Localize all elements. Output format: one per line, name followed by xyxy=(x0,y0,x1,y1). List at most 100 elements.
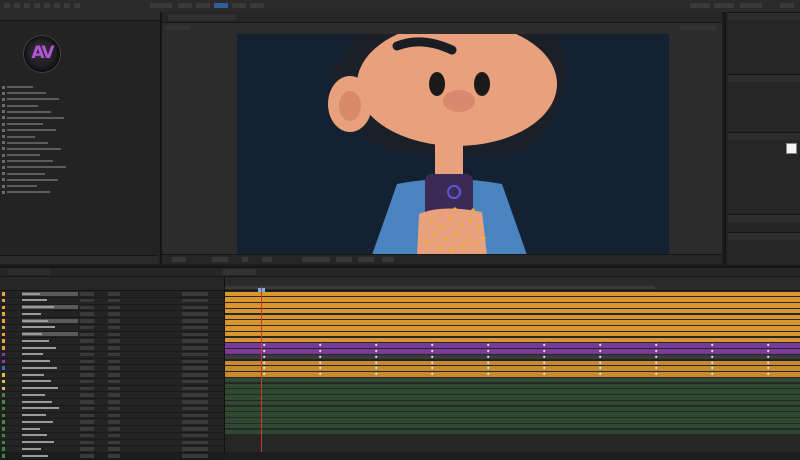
blend-mode-dropdown[interactable] xyxy=(80,420,94,424)
toolbar-option[interactable] xyxy=(250,3,264,8)
blend-mode-dropdown[interactable] xyxy=(80,379,94,384)
layer-duration-bar[interactable] xyxy=(225,343,800,348)
blend-mode-dropdown[interactable] xyxy=(80,319,94,323)
parent-dropdown[interactable] xyxy=(182,393,208,397)
layer-label-color[interactable] xyxy=(2,305,5,309)
layer-label-color[interactable] xyxy=(2,325,5,330)
layer-name[interactable] xyxy=(22,332,78,337)
layer-duration-bar[interactable] xyxy=(225,389,800,394)
parent-dropdown[interactable] xyxy=(182,433,208,438)
layer-duration-bar[interactable] xyxy=(225,429,800,435)
track-matte-dropdown[interactable] xyxy=(108,359,120,363)
layer-row[interactable] xyxy=(0,399,224,406)
layer-duration-bar[interactable] xyxy=(225,395,800,400)
pen-tool-icon[interactable] xyxy=(44,3,50,8)
layer-name[interactable] xyxy=(22,373,78,377)
track-matte-dropdown[interactable] xyxy=(108,400,120,404)
layer-name[interactable] xyxy=(22,379,78,383)
blend-mode-dropdown[interactable] xyxy=(80,298,94,303)
layer-duration-bar[interactable] xyxy=(225,366,800,371)
parent-dropdown[interactable] xyxy=(182,406,208,411)
parent-dropdown[interactable] xyxy=(182,325,208,330)
tab-timeline[interactable] xyxy=(8,269,50,275)
blend-mode-dropdown[interactable] xyxy=(80,447,94,451)
parent-dropdown[interactable] xyxy=(182,413,208,417)
layer-row[interactable] xyxy=(0,433,224,440)
layer-label-color[interactable] xyxy=(2,386,5,390)
parent-dropdown[interactable] xyxy=(182,346,208,350)
layer-name[interactable] xyxy=(22,359,78,363)
layer-row[interactable] xyxy=(0,311,224,318)
track-matte-dropdown[interactable] xyxy=(108,447,120,451)
layer-duration-bar[interactable] xyxy=(225,349,800,354)
track-matte-dropdown[interactable] xyxy=(108,406,120,411)
layer-row[interactable] xyxy=(0,386,224,393)
viewer-breadcrumb[interactable] xyxy=(166,25,190,30)
layer-label-color[interactable] xyxy=(2,427,5,431)
layer-label-color[interactable] xyxy=(2,420,5,424)
parent-dropdown[interactable] xyxy=(182,366,208,370)
resolution-icon[interactable] xyxy=(212,257,228,262)
snapping-toggle[interactable] xyxy=(150,3,172,8)
parent-dropdown[interactable] xyxy=(182,379,208,384)
layer-label-color[interactable] xyxy=(2,406,5,411)
track-matte-dropdown[interactable] xyxy=(108,420,120,424)
toolbar-option[interactable] xyxy=(232,3,246,8)
camera-icon[interactable] xyxy=(262,257,272,262)
parent-dropdown[interactable] xyxy=(182,352,208,357)
type-tool-icon[interactable] xyxy=(54,3,60,8)
workspace-tab[interactable] xyxy=(714,3,734,8)
layer-row[interactable] xyxy=(0,298,224,305)
blend-mode-dropdown[interactable] xyxy=(80,386,94,390)
layer-duration-bar[interactable] xyxy=(225,400,800,406)
track-matte-dropdown[interactable] xyxy=(108,312,120,316)
layer-row[interactable] xyxy=(0,392,224,399)
layer-label-color[interactable] xyxy=(2,359,5,363)
toolbar-option[interactable] xyxy=(196,3,210,8)
layer-duration-bar[interactable] xyxy=(225,418,800,423)
puppet-tool-icon[interactable] xyxy=(74,3,80,8)
blend-mode-dropdown[interactable] xyxy=(80,440,94,444)
work-area-bar[interactable] xyxy=(225,286,655,289)
effects-presets-icon[interactable] xyxy=(728,75,800,82)
track-matte-dropdown[interactable] xyxy=(108,346,120,350)
layer-name[interactable] xyxy=(22,312,78,316)
layer-duration-bar[interactable] xyxy=(225,326,800,331)
layer-row[interactable] xyxy=(0,318,224,325)
layer-label-color[interactable] xyxy=(2,413,5,417)
blend-mode-dropdown[interactable] xyxy=(80,325,94,330)
layer-row[interactable] xyxy=(0,352,224,359)
blend-mode-dropdown[interactable] xyxy=(80,427,94,431)
view-options-icon[interactable] xyxy=(358,257,374,262)
viewer-options[interactable] xyxy=(680,25,716,30)
layer-label-color[interactable] xyxy=(2,447,5,451)
layer-duration-bar[interactable] xyxy=(225,337,800,343)
parent-dropdown[interactable] xyxy=(182,420,208,424)
layer-name[interactable] xyxy=(22,305,78,310)
layer-duration-bar[interactable] xyxy=(225,423,800,429)
blend-mode-dropdown[interactable] xyxy=(80,400,94,404)
layer-name[interactable] xyxy=(22,386,78,390)
blend-mode-dropdown[interactable] xyxy=(80,433,94,438)
layer-name[interactable] xyxy=(22,346,78,350)
parent-dropdown[interactable] xyxy=(182,447,208,451)
layer-row[interactable] xyxy=(0,291,224,298)
parent-dropdown[interactable] xyxy=(182,332,208,336)
grid-icon[interactable] xyxy=(242,257,248,262)
blend-mode-dropdown[interactable] xyxy=(80,413,94,417)
layer-label-color[interactable] xyxy=(2,319,5,323)
parent-dropdown[interactable] xyxy=(182,373,208,377)
tab-timeline[interactable] xyxy=(222,269,256,275)
layer-name[interactable] xyxy=(22,298,78,302)
layer-duration-bar[interactable] xyxy=(225,331,800,337)
layer-label-color[interactable] xyxy=(2,400,5,404)
layer-name[interactable] xyxy=(22,454,78,458)
project-item[interactable] xyxy=(0,189,158,195)
layer-duration-bar[interactable] xyxy=(225,320,800,325)
parent-dropdown[interactable] xyxy=(182,298,208,303)
view-options-icon[interactable] xyxy=(336,257,352,262)
brush-tool-icon[interactable] xyxy=(64,3,70,8)
layer-row[interactable] xyxy=(0,332,224,339)
paragraph-icon[interactable] xyxy=(728,215,800,222)
layer-row[interactable] xyxy=(0,372,224,379)
